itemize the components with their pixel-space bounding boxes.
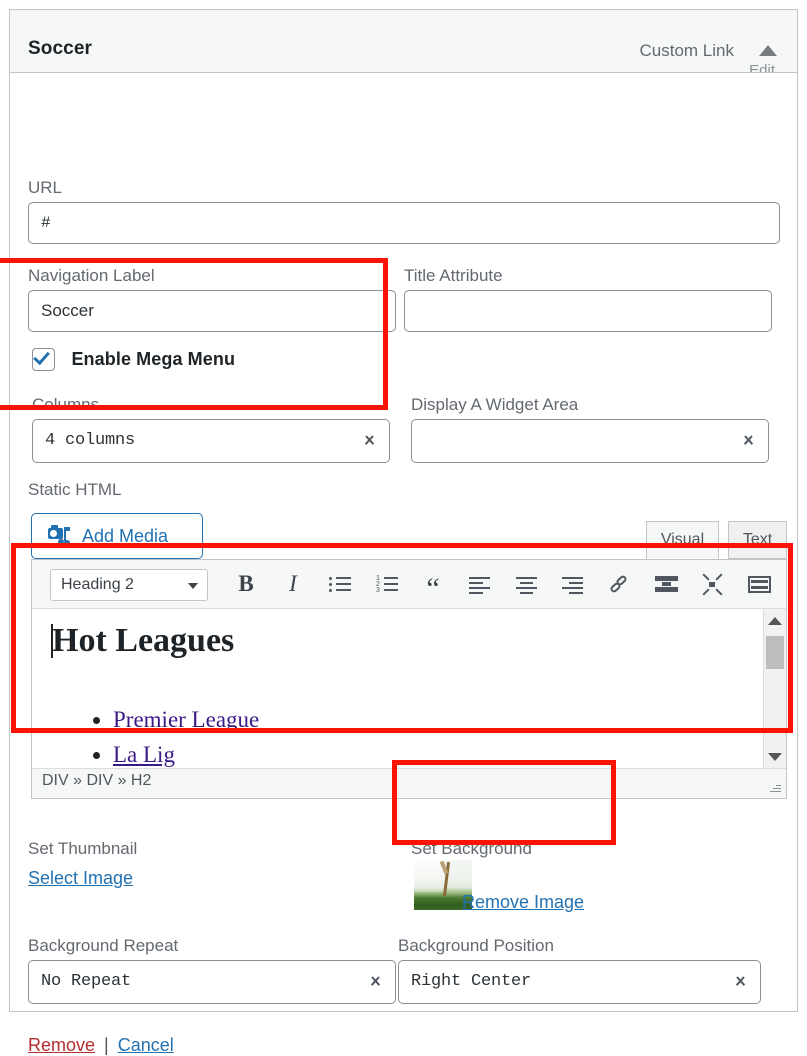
italic-icon: I — [289, 571, 297, 596]
remove-link[interactable]: Remove — [28, 1035, 95, 1055]
read-more-icon — [655, 576, 678, 592]
numbered-list-button[interactable]: 1 2 3 — [371, 569, 401, 599]
static-html-editor: Heading 2 B I 1 2 3 “ Hot Leagues • Prem… — [31, 559, 787, 799]
align-center-button[interactable] — [511, 569, 541, 599]
scroll-down-arrow-icon[interactable] — [768, 753, 782, 761]
background-repeat-label: Background Repeat — [28, 936, 179, 955]
chevron-down-icon — [733, 977, 746, 990]
tab-text[interactable]: Text — [728, 521, 787, 559]
static-html-label: Static HTML — [28, 480, 122, 499]
widget-area-label: Display A Widget Area — [411, 395, 579, 414]
enable-mega-menu-row[interactable]: Enable Mega Menu — [32, 347, 236, 371]
insert-link-icon — [609, 574, 629, 594]
format-select[interactable]: Heading 2 — [50, 569, 208, 601]
scrollbar-thumb[interactable] — [766, 636, 784, 669]
editor-resize-handle[interactable] — [769, 782, 781, 794]
select-image-link[interactable]: Select Image — [28, 868, 133, 889]
columns-selected-value: 4 columns — [45, 431, 136, 450]
menu-item-header[interactable]: Soccer Custom Link Edit — [10, 10, 797, 73]
editor-heading: Hot Leagues — [52, 622, 235, 659]
blockquote-icon: “ — [426, 572, 440, 605]
set-background-label: Set Background — [411, 839, 532, 858]
url-input[interactable] — [28, 202, 780, 244]
editor-status-bar: DIV » DIV » H2 — [32, 769, 786, 797]
align-left-button[interactable] — [464, 569, 494, 599]
background-position-selected-value: Right Center — [411, 972, 532, 991]
read-more-button[interactable] — [651, 569, 681, 599]
insert-link-button[interactable] — [604, 569, 634, 599]
editor-link-la-liga[interactable]: La Lig — [113, 742, 175, 767]
menu-item-type-label: Custom Link — [639, 41, 734, 60]
title-attribute-input[interactable] — [404, 290, 772, 332]
columns-select[interactable]: 4 columns — [32, 419, 390, 463]
background-repeat-selected-value: No Repeat — [41, 972, 132, 991]
toolbar-toggle-button[interactable] — [744, 569, 774, 599]
url-label: URL — [28, 178, 63, 197]
navigation-label-label: Navigation Label — [28, 266, 155, 285]
format-selected-value: Heading 2 — [61, 576, 134, 593]
scroll-up-arrow-icon[interactable] — [768, 617, 782, 625]
columns-label: Columns — [32, 395, 100, 414]
editor-toolbar: Heading 2 B I 1 2 3 “ — [32, 560, 786, 609]
bulleted-list-button[interactable] — [324, 569, 354, 599]
chevron-down-icon — [188, 583, 198, 589]
bold-icon: B — [238, 571, 254, 596]
background-position-label: Background Position — [398, 936, 554, 955]
tab-visual[interactable]: Visual — [646, 521, 719, 559]
editor-content-area[interactable]: Hot Leagues Premier League La Lig — [32, 609, 786, 769]
add-media-button[interactable]: Add Media — [31, 513, 203, 559]
align-right-icon — [562, 576, 583, 594]
chevron-down-icon — [362, 436, 375, 449]
set-thumbnail-label: Set Thumbnail — [28, 839, 138, 858]
page-title: Soccer — [28, 38, 92, 59]
align-right-button[interactable] — [557, 569, 587, 599]
background-position-select[interactable]: Right Center — [398, 960, 761, 1004]
chevron-down-icon — [368, 977, 381, 990]
widget-area-select[interactable] — [411, 419, 769, 463]
add-media-icon — [48, 525, 70, 547]
enable-mega-menu-checkbox[interactable] — [32, 347, 55, 371]
bold-button[interactable]: B — [231, 569, 261, 599]
checkmark-icon — [33, 347, 50, 366]
fullscreen-icon — [702, 573, 723, 596]
menu-item-panel: Soccer Custom Link Edit URL Navigation L… — [9, 9, 798, 1055]
edit-link-clipped[interactable]: Edit — [749, 62, 775, 72]
chevron-up-icon[interactable] — [759, 43, 777, 57]
background-repeat-select[interactable]: No Repeat — [28, 960, 396, 1004]
toolbar-toggle-icon — [748, 576, 771, 593]
list-item: La Lig — [113, 737, 259, 768]
navigation-label-input[interactable] — [28, 290, 396, 332]
align-center-icon — [516, 576, 537, 594]
blockquote-button[interactable]: “ — [418, 569, 448, 605]
title-attribute-label: Title Attribute — [404, 266, 503, 285]
italic-button[interactable]: I — [278, 569, 308, 599]
add-media-label: Add Media — [82, 526, 169, 546]
editor-list: Premier League La Lig — [87, 702, 259, 768]
editor-scrollbar[interactable] — [763, 609, 786, 768]
remove-image-link[interactable]: Remove Image — [462, 892, 584, 913]
fullscreen-button[interactable] — [697, 569, 727, 599]
cancel-link[interactable]: Cancel — [118, 1035, 174, 1055]
chevron-down-icon — [741, 436, 754, 449]
separator: | — [104, 1035, 109, 1055]
enable-mega-menu-label: Enable Mega Menu — [71, 349, 236, 369]
bulleted-list-icon — [329, 576, 351, 593]
numbered-list-icon: 1 2 3 — [376, 575, 398, 594]
footer-actions: Remove | Cancel — [28, 1035, 174, 1056]
list-item: Premier League — [113, 702, 259, 737]
align-left-icon — [469, 576, 490, 594]
editor-element-path: DIV » DIV » H2 — [42, 772, 152, 789]
editor-link-premier-league[interactable]: Premier League — [113, 707, 259, 732]
